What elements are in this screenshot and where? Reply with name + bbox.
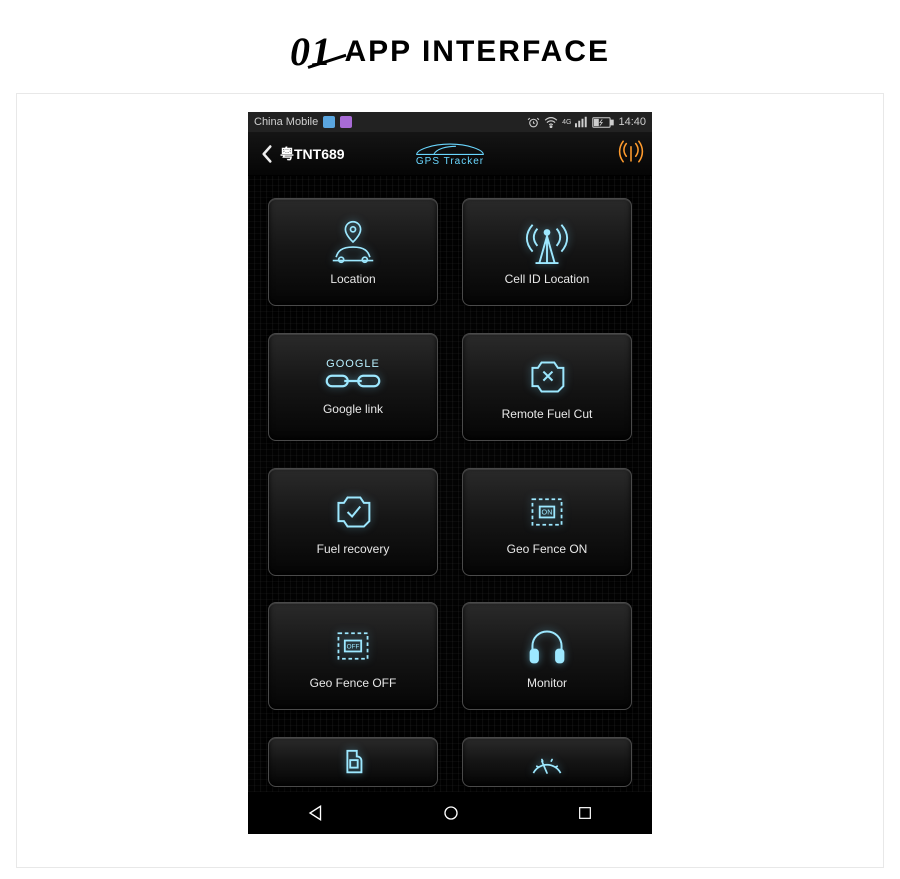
gauge-icon [530,738,564,786]
fuel-ok-icon [329,488,377,536]
signal-indicator [618,140,644,167]
battery-icon [592,117,614,128]
tile-location[interactable]: Location [268,198,438,306]
svg-text:OFF: OFF [347,644,360,651]
headphones-icon [525,622,569,670]
antenna-signal-icon [618,140,644,162]
tile-geofence-on[interactable]: ON Geo Fence ON [462,468,632,576]
status-bar: China Mobile 4G 14:40 [248,112,652,132]
header-title: APP INTERFACE [344,35,610,68]
triangle-back-icon [307,804,325,822]
chevron-left-icon [259,144,275,164]
tile-label: Geo Fence OFF [310,676,397,690]
notification-icon [323,116,335,128]
tile-label: Google link [323,402,383,416]
tile-partial-right[interactable] [462,737,632,787]
wifi-icon [544,116,558,128]
tile-label: Remote Fuel Cut [502,407,593,421]
fuel-cut-icon [523,353,571,401]
alarm-icon [527,116,540,129]
google-link-icon [325,366,381,396]
phone-frame: China Mobile 4G 14:40 粤TNT689 [248,112,652,834]
cellular-icon [575,116,588,128]
tile-label: Location [330,272,375,286]
square-recent-icon [577,805,593,821]
tile-geofence-off[interactable]: OFF Geo Fence OFF [268,602,438,710]
tile-fuel-recovery[interactable]: Fuel recovery [268,468,438,576]
product-card: China Mobile 4G 14:40 粤TNT689 [16,93,884,868]
unknown-icon [338,738,368,786]
network-badge: 4G [562,119,571,126]
clock: 14:40 [618,116,646,128]
tile-fuel-cut[interactable]: Remote Fuel Cut [462,333,632,441]
cell-tower-icon [524,218,570,266]
app-logo: GPS Tracker [413,141,487,167]
tile-label: Cell ID Location [505,272,590,286]
brand-label: GPS Tracker [413,157,487,167]
tile-label: Monitor [527,676,567,690]
carrier-label: China Mobile [254,116,318,128]
nav-home-button[interactable] [422,798,480,828]
tile-monitor[interactable]: Monitor [462,602,632,710]
tile-partial-left[interactable] [268,737,438,787]
device-name: 粤TNT689 [280,144,345,164]
tile-label: Geo Fence ON [507,542,588,556]
tile-cell-id[interactable]: Cell ID Location [462,198,632,306]
location-car-icon [326,218,380,266]
tile-google-link[interactable]: GOOGLE Google link [268,333,438,441]
app-bar: 粤TNT689 GPS Tracker [248,132,652,176]
page-header: 01 APP INTERFACE [0,0,900,93]
circle-home-icon [442,804,460,822]
android-nav-bar [248,792,652,834]
nav-back-button[interactable] [287,798,345,828]
notification-icon [340,116,352,128]
tile-label: Fuel recovery [317,542,390,556]
menu-grid: Location Cell ID Location GOOGLE [248,176,652,792]
header-number: 01 [290,28,332,75]
back-button[interactable] [256,143,278,165]
svg-text:ON: ON [542,507,553,516]
fence-on-icon: ON [525,488,569,536]
nav-recent-button[interactable] [557,799,613,827]
fence-off-icon: OFF [331,622,375,670]
